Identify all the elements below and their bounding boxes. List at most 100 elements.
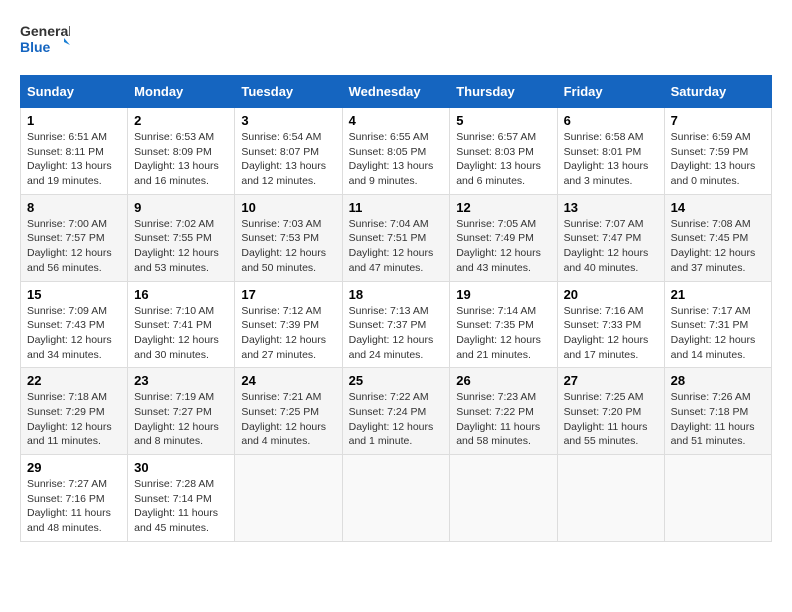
day-info: Sunrise: 7:07 AMSunset: 7:47 PMDaylight:… [564,217,658,276]
calendar-cell: 10Sunrise: 7:03 AMSunset: 7:53 PMDayligh… [235,194,342,281]
calendar-cell: 22 Sunrise: 7:18 AMSunset: 7:29 PMDayligh… [21,368,128,455]
day-info: Sunrise: 7:19 AMSunset: 7:27 PMDaylight:… [134,390,228,449]
calendar-cell: 11Sunrise: 7:04 AMSunset: 7:51 PMDayligh… [342,194,450,281]
header-saturday: Saturday [664,76,771,108]
day-number: 27 [564,373,658,388]
calendar-cell: 19 Sunrise: 7:14 AMSunset: 7:35 PMDayligh… [450,281,557,368]
day-number: 14 [671,200,765,215]
calendar-cell: 6Sunrise: 6:58 AMSunset: 8:01 PMDaylight… [557,108,664,195]
day-info: Sunrise: 7:16 AMSunset: 7:33 PMDaylight:… [564,304,658,363]
calendar-cell: 8 Sunrise: 7:00 AMSunset: 7:57 PMDaylight… [21,194,128,281]
calendar-cell: 21 Sunrise: 7:17 AMSunset: 7:31 PMDayligh… [664,281,771,368]
day-info: Sunrise: 7:25 AMSunset: 7:20 PMDaylight:… [564,390,658,449]
calendar-cell: 14 Sunrise: 7:08 AMSunset: 7:45 PMDayligh… [664,194,771,281]
day-info: Sunrise: 7:26 AMSunset: 7:18 PMDaylight:… [671,390,765,449]
day-info: Sunrise: 7:17 AMSunset: 7:31 PMDaylight:… [671,304,765,363]
header-friday: Friday [557,76,664,108]
calendar-cell: 16 Sunrise: 7:10 AMSunset: 7:41 PMDayligh… [128,281,235,368]
day-info: Sunrise: 6:57 AMSunset: 8:03 PMDaylight:… [456,130,550,189]
calendar-cell: 30Sunrise: 7:28 AMSunset: 7:14 PMDayligh… [128,455,235,542]
day-info: Sunrise: 7:05 AMSunset: 7:49 PMDaylight:… [456,217,550,276]
day-number: 16 [134,287,228,302]
calendar-cell [664,455,771,542]
day-info: Sunrise: 6:55 AMSunset: 8:05 PMDaylight:… [349,130,444,189]
day-number: 23 [134,373,228,388]
calendar-cell: 7 Sunrise: 6:59 AMSunset: 7:59 PMDaylight… [664,108,771,195]
day-number: 7 [671,113,765,128]
day-info: Sunrise: 7:27 AMSunset: 7:16 PMDaylight:… [27,477,121,536]
calendar-cell [235,455,342,542]
day-number: 26 [456,373,550,388]
day-number: 3 [241,113,335,128]
calendar-cell: 2Sunrise: 6:53 AMSunset: 8:09 PMDaylight… [128,108,235,195]
day-number: 12 [456,200,550,215]
calendar-week-1: 1Sunrise: 6:51 AMSunset: 8:11 PMDaylight… [21,108,772,195]
day-info: Sunrise: 7:09 AMSunset: 7:43 PMDaylight:… [27,304,121,363]
calendar-cell: 29 Sunrise: 7:27 AMSunset: 7:16 PMDayligh… [21,455,128,542]
calendar-cell: 5 Sunrise: 6:57 AMSunset: 8:03 PMDaylight… [450,108,557,195]
calendar-cell: 26 Sunrise: 7:23 AMSunset: 7:22 PMDayligh… [450,368,557,455]
day-info: Sunrise: 6:51 AMSunset: 8:11 PMDaylight:… [27,130,121,189]
day-number: 19 [456,287,550,302]
calendar-cell [450,455,557,542]
day-info: Sunrise: 7:10 AMSunset: 7:41 PMDaylight:… [134,304,228,363]
calendar-cell: 23 Sunrise: 7:19 AMSunset: 7:27 PMDayligh… [128,368,235,455]
calendar-week-5: 29 Sunrise: 7:27 AMSunset: 7:16 PMDayligh… [21,455,772,542]
svg-text:General: General [20,23,70,39]
header-wednesday: Wednesday [342,76,450,108]
logo-wordmark: General Blue [20,20,70,65]
day-info: Sunrise: 7:14 AMSunset: 7:35 PMDaylight:… [456,304,550,363]
day-info: Sunrise: 6:59 AMSunset: 7:59 PMDaylight:… [671,130,765,189]
logo-svg: General Blue [20,20,70,60]
logo: General Blue [20,20,70,65]
calendar-cell [557,455,664,542]
day-number: 29 [27,460,121,475]
day-number: 18 [349,287,444,302]
day-number: 21 [671,287,765,302]
calendar-header-row: SundayMondayTuesdayWednesdayThursdayFrid… [21,76,772,108]
calendar-cell: 28 Sunrise: 7:26 AMSunset: 7:18 PMDayligh… [664,368,771,455]
day-info: Sunrise: 7:08 AMSunset: 7:45 PMDaylight:… [671,217,765,276]
calendar-cell: 24Sunrise: 7:21 AMSunset: 7:25 PMDayligh… [235,368,342,455]
calendar-cell: 3 Sunrise: 6:54 AMSunset: 8:07 PMDaylight… [235,108,342,195]
day-number: 9 [134,200,228,215]
logo-graphic: General Blue [20,20,70,65]
calendar-cell: 4Sunrise: 6:55 AMSunset: 8:05 PMDaylight… [342,108,450,195]
calendar-cell: 17 Sunrise: 7:12 AMSunset: 7:39 PMDayligh… [235,281,342,368]
calendar-table: SundayMondayTuesdayWednesdayThursdayFrid… [20,75,772,542]
day-info: Sunrise: 7:02 AMSunset: 7:55 PMDaylight:… [134,217,228,276]
calendar-cell: 20Sunrise: 7:16 AMSunset: 7:33 PMDayligh… [557,281,664,368]
calendar-week-4: 22 Sunrise: 7:18 AMSunset: 7:29 PMDayligh… [21,368,772,455]
day-info: Sunrise: 7:21 AMSunset: 7:25 PMDaylight:… [241,390,335,449]
calendar-cell: 12 Sunrise: 7:05 AMSunset: 7:49 PMDayligh… [450,194,557,281]
day-info: Sunrise: 7:04 AMSunset: 7:51 PMDaylight:… [349,217,444,276]
header-monday: Monday [128,76,235,108]
day-info: Sunrise: 6:54 AMSunset: 8:07 PMDaylight:… [241,130,335,189]
calendar-cell: 25 Sunrise: 7:22 AMSunset: 7:24 PMDayligh… [342,368,450,455]
day-number: 28 [671,373,765,388]
day-number: 13 [564,200,658,215]
day-info: Sunrise: 7:22 AMSunset: 7:24 PMDaylight:… [349,390,444,449]
day-info: Sunrise: 7:13 AMSunset: 7:37 PMDaylight:… [349,304,444,363]
day-info: Sunrise: 7:03 AMSunset: 7:53 PMDaylight:… [241,217,335,276]
day-info: Sunrise: 6:58 AMSunset: 8:01 PMDaylight:… [564,130,658,189]
day-number: 22 [27,373,121,388]
day-info: Sunrise: 7:18 AMSunset: 7:29 PMDaylight:… [27,390,121,449]
day-number: 5 [456,113,550,128]
calendar-week-3: 15Sunrise: 7:09 AMSunset: 7:43 PMDayligh… [21,281,772,368]
day-info: Sunrise: 7:23 AMSunset: 7:22 PMDaylight:… [456,390,550,449]
day-info: Sunrise: 7:00 AMSunset: 7:57 PMDaylight:… [27,217,121,276]
header-sunday: Sunday [21,76,128,108]
day-number: 25 [349,373,444,388]
day-info: Sunrise: 7:12 AMSunset: 7:39 PMDaylight:… [241,304,335,363]
day-number: 8 [27,200,121,215]
day-number: 17 [241,287,335,302]
calendar-week-2: 8 Sunrise: 7:00 AMSunset: 7:57 PMDaylight… [21,194,772,281]
calendar-cell: 1Sunrise: 6:51 AMSunset: 8:11 PMDaylight… [21,108,128,195]
calendar-cell: 27 Sunrise: 7:25 AMSunset: 7:20 PMDayligh… [557,368,664,455]
calendar-cell [342,455,450,542]
calendar-cell: 18 Sunrise: 7:13 AMSunset: 7:37 PMDayligh… [342,281,450,368]
calendar-cell: 13 Sunrise: 7:07 AMSunset: 7:47 PMDayligh… [557,194,664,281]
day-number: 30 [134,460,228,475]
calendar-cell: 9 Sunrise: 7:02 AMSunset: 7:55 PMDaylight… [128,194,235,281]
